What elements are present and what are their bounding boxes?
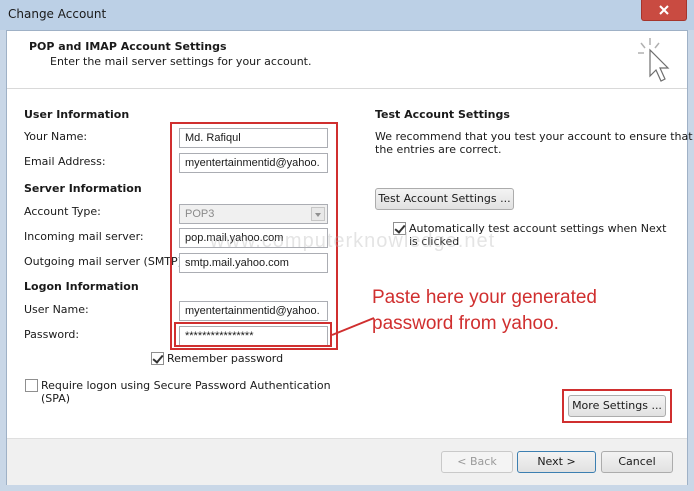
remember-password-checkbox[interactable] [151,352,164,365]
password-highlight-box [174,322,332,347]
test-account-settings-button[interactable]: Test Account Settings ... [375,188,514,210]
header-separator [7,88,687,89]
watermark-text: www.computerknowledge.net [210,230,496,252]
spa-label-line1: Require logon using Secure Password Auth… [41,379,331,392]
server-info-heading: Server Information [24,182,142,195]
cursor-click-icon [638,38,670,82]
header-subtitle: Enter the mail server settings for your … [50,55,312,68]
email-address-label: Email Address: [24,155,106,168]
spa-checkbox[interactable] [25,379,38,392]
test-description-line1: We recommend that you test your account … [375,130,693,143]
annotation-line2: password from yahoo. [372,313,559,334]
user-info-heading: User Information [24,108,130,121]
annotation-arrow [331,317,375,336]
more-settings-button[interactable]: More Settings ... [568,395,666,417]
test-description-line2: the entries are correct. [375,143,502,156]
test-settings-heading: Test Account Settings [375,108,510,121]
outgoing-server-label: Outgoing mail server (SMTP): [24,255,186,268]
user-name-label: User Name: [24,303,89,316]
close-icon [659,5,669,15]
next-button[interactable]: Next > [517,451,596,473]
header-title: POP and IMAP Account Settings [29,40,227,53]
account-type-label: Account Type: [24,205,101,218]
spa-label-line2: (SPA) [41,392,71,405]
window-title: Change Account [8,7,107,21]
password-label: Password: [24,328,80,341]
cancel-button[interactable]: Cancel [601,451,673,473]
remember-password-label: Remember password [167,352,284,365]
your-name-label: Your Name: [24,130,88,143]
logon-info-heading: Logon Information [24,280,139,293]
close-button[interactable] [641,0,687,21]
incoming-server-label: Incoming mail server: [24,230,144,243]
back-button[interactable]: < Back [441,451,513,473]
annotation-line1: Paste here your generated [372,287,597,308]
